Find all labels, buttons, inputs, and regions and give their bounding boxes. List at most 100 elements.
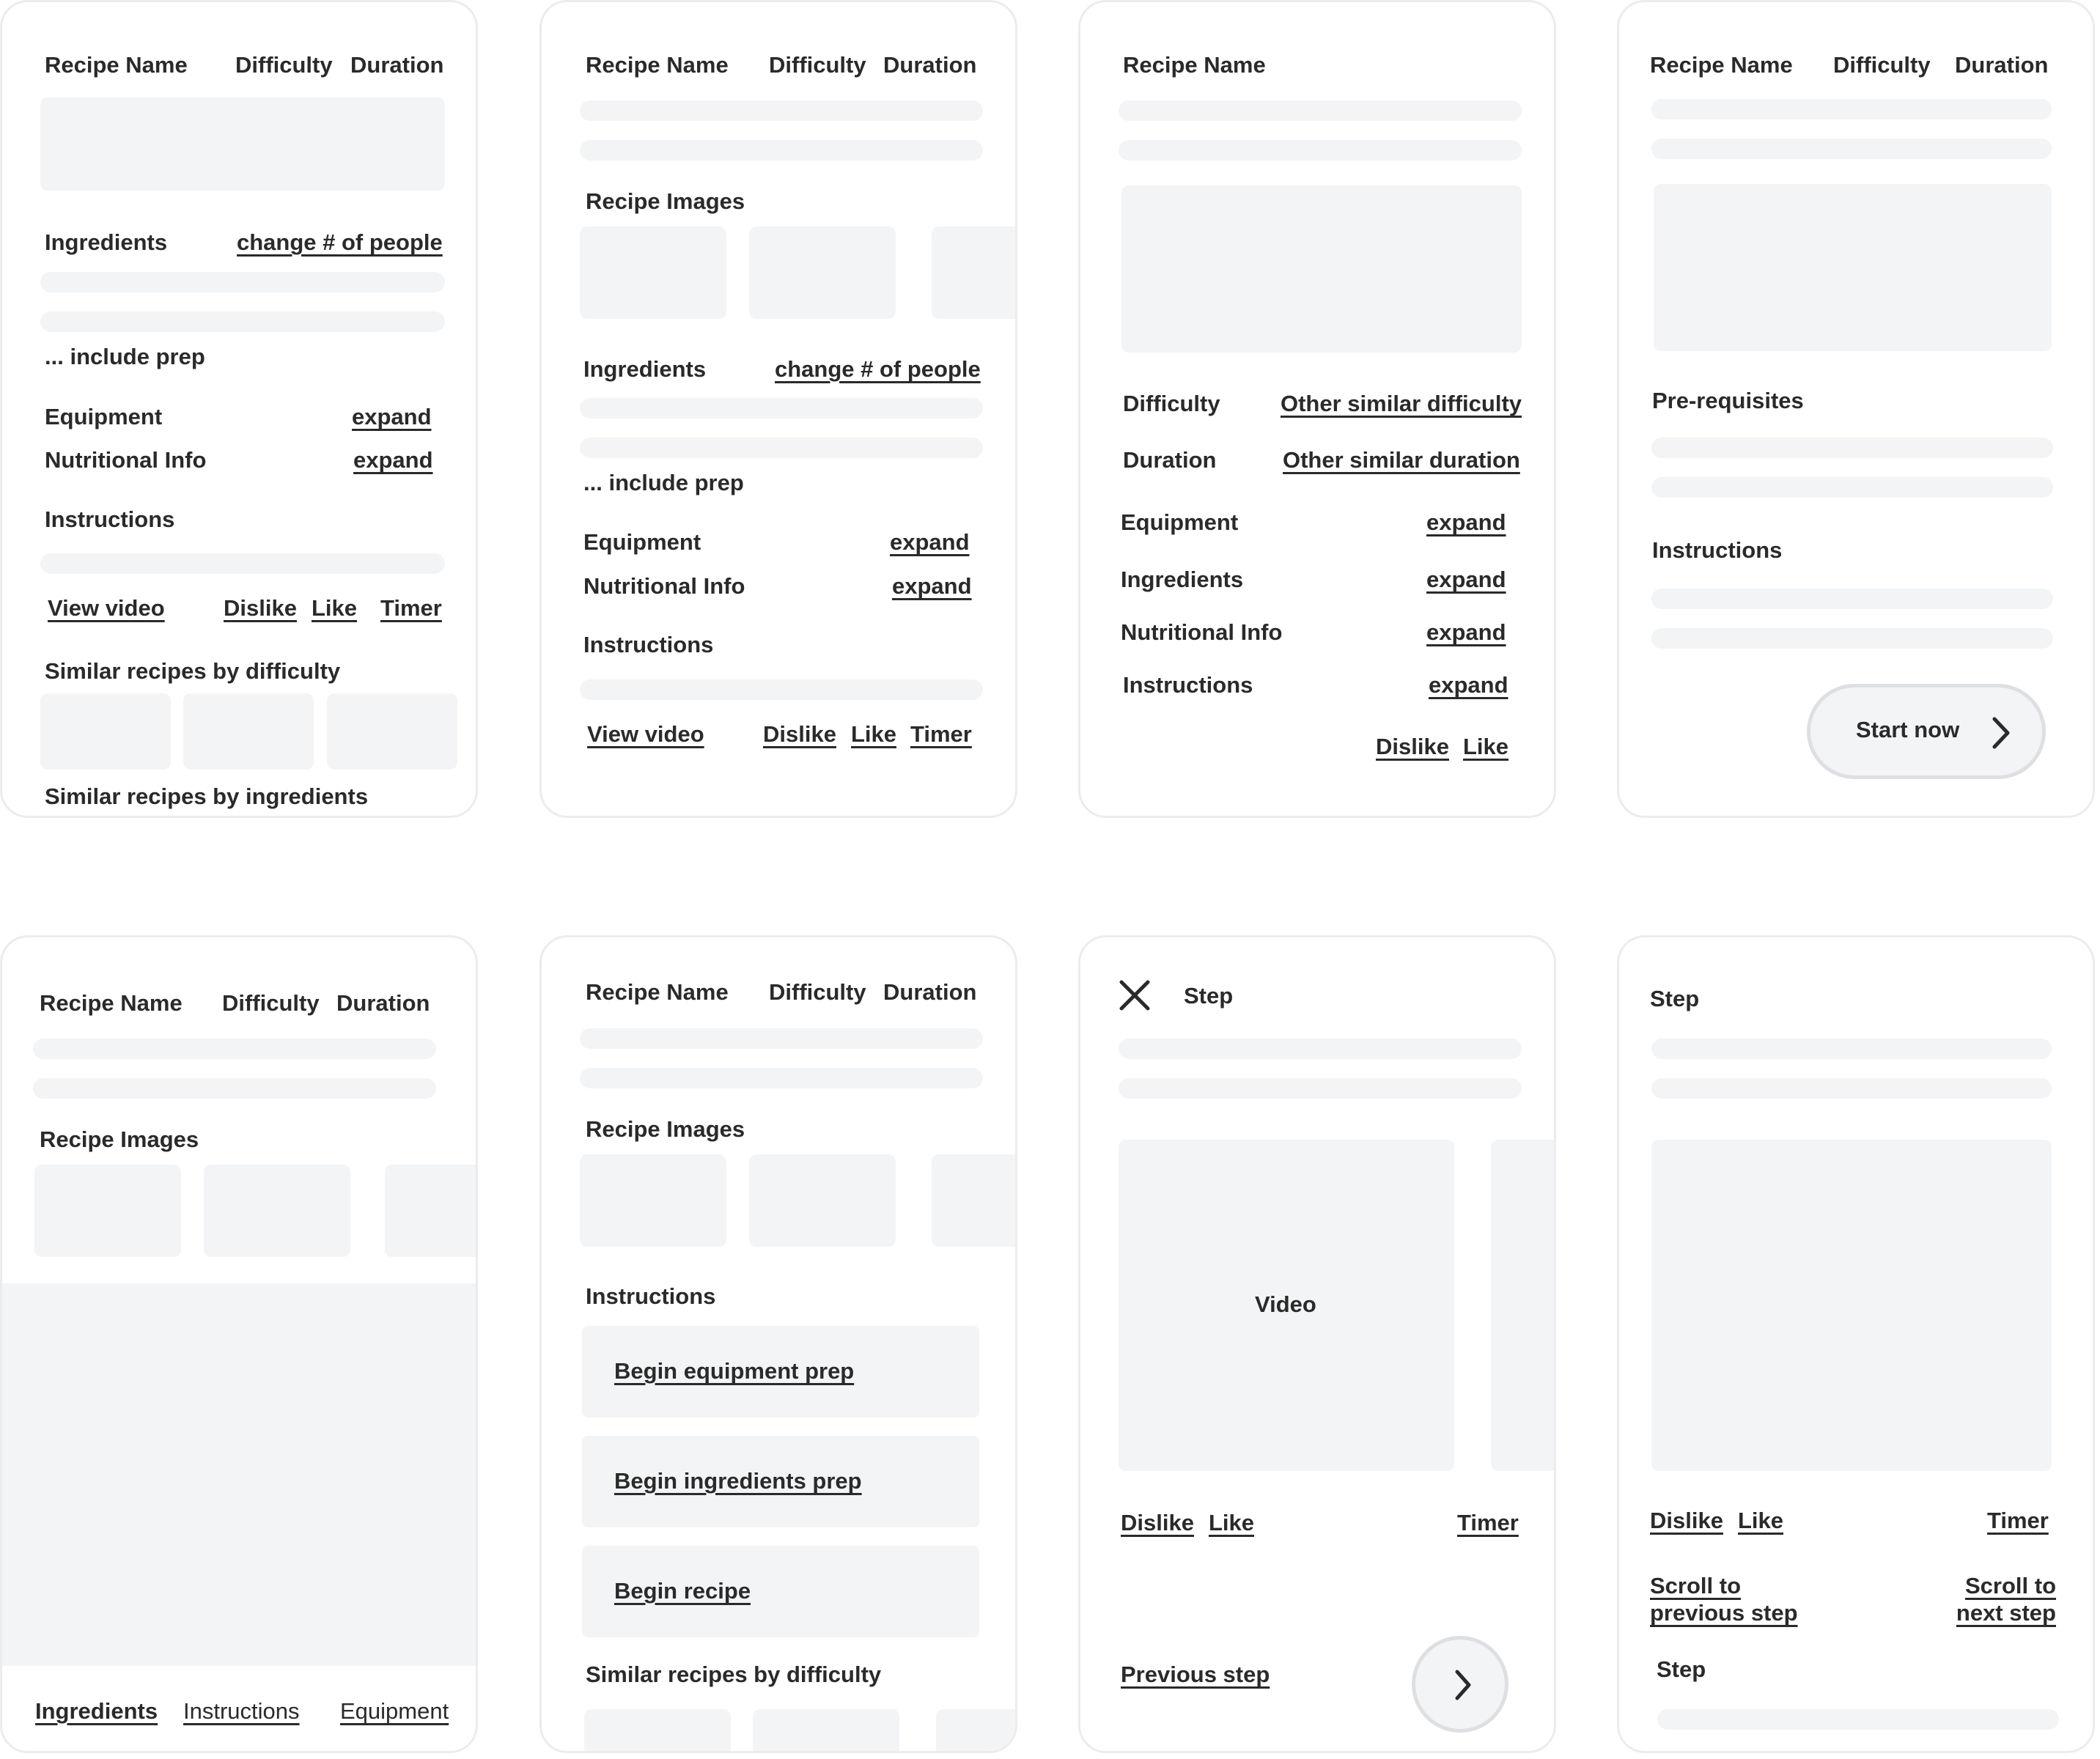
summary-line-placeholder	[33, 1039, 436, 1059]
tab-content-area	[2, 1283, 476, 1666]
scroll-previous-step-link[interactable]: Scroll to previous step	[1650, 1572, 1804, 1626]
recipe-images-label: Recipe Images	[586, 188, 745, 214]
similar-recipe-card[interactable]	[40, 693, 171, 770]
dislike-button[interactable]: Dislike	[1650, 1508, 1723, 1534]
similar-recipe-card[interactable]	[327, 693, 457, 770]
summary-line-placeholder	[1651, 99, 2052, 119]
equipment-label: Equipment	[1121, 509, 1239, 535]
like-button[interactable]: Like	[851, 721, 896, 748]
change-people-link[interactable]: change # of people	[237, 229, 443, 256]
instruction-line-placeholder	[40, 553, 445, 574]
step-media-placeholder	[1651, 1140, 2052, 1471]
tab-ingredients[interactable]: Ingredients	[35, 1698, 158, 1725]
equipment-expand-link[interactable]: expand	[1426, 509, 1506, 536]
begin-recipe-button[interactable]: Begin recipe	[582, 1546, 979, 1637]
tab-instructions[interactable]: Instructions	[183, 1698, 300, 1725]
ingredients-label: Ingredients	[1121, 567, 1244, 592]
scroll-next-step-link[interactable]: Scroll to next step	[1946, 1572, 2056, 1626]
recipe-image-thumbnail[interactable]	[580, 1154, 726, 1247]
duration-label: Duration	[883, 979, 977, 1005]
dislike-button[interactable]: Dislike	[224, 595, 297, 622]
ingredient-line-placeholder	[580, 438, 983, 458]
begin-ingredients-prep-button[interactable]: Begin ingredients prep	[582, 1436, 979, 1527]
step-title: Step	[1184, 983, 1234, 1008]
recipe-images-label: Recipe Images	[40, 1126, 199, 1152]
summary-line-placeholder	[33, 1078, 436, 1099]
summary-line-placeholder	[1119, 100, 1522, 121]
step-video-player[interactable]: Video	[1119, 1140, 1454, 1471]
previous-step-link[interactable]: Previous step	[1121, 1662, 1270, 1688]
next-step-video-preview[interactable]	[1491, 1140, 1554, 1471]
difficulty-label: Difficulty	[769, 52, 866, 78]
screen-step-scroll: Step Dislike Like Timer Scroll to previo…	[1617, 935, 2095, 1753]
difficulty-label: Difficulty	[1123, 391, 1220, 416]
tab-equipment[interactable]: Equipment	[340, 1698, 449, 1725]
timer-button[interactable]: Timer	[910, 721, 972, 748]
summary-line-placeholder	[580, 100, 983, 121]
similar-recipe-card[interactable]	[584, 1709, 731, 1751]
begin-ingredients-prep-label: Begin ingredients prep	[614, 1468, 862, 1494]
start-now-button[interactable]: Start now	[1807, 684, 2046, 779]
recipe-images-label: Recipe Images	[586, 1116, 745, 1142]
begin-equipment-prep-label: Begin equipment prep	[614, 1358, 855, 1384]
timer-button[interactable]: Timer	[380, 595, 442, 622]
recipe-image-thumbnail[interactable]	[749, 226, 896, 319]
other-similar-difficulty-link[interactable]: Other similar difficulty	[1281, 391, 1522, 417]
begin-recipe-label: Begin recipe	[614, 1578, 751, 1604]
instructions-label: Instructions	[45, 506, 175, 532]
summary-line-placeholder	[580, 1028, 983, 1049]
instruction-line-placeholder	[1651, 628, 2053, 649]
recipe-image-thumbnail[interactable]	[204, 1165, 350, 1257]
like-button[interactable]: Like	[1209, 1510, 1254, 1536]
difficulty-label: Difficulty	[235, 52, 333, 78]
view-video-link[interactable]: View video	[48, 595, 165, 622]
prerequisite-line-placeholder	[1651, 477, 2053, 498]
equipment-expand-link[interactable]: expand	[890, 529, 970, 556]
screen-recipe-tabs: Recipe Name Difficulty Duration Recipe I…	[0, 935, 478, 1753]
recipe-image-thumbnail[interactable]	[932, 1154, 1015, 1247]
dislike-button[interactable]: Dislike	[1121, 1510, 1194, 1536]
nutritional-expand-link[interactable]: expand	[353, 447, 433, 473]
step-title: Step	[1650, 986, 1700, 1011]
chevron-right-icon	[1455, 1670, 1471, 1700]
instruction-line-placeholder	[580, 679, 983, 700]
dislike-button[interactable]: Dislike	[1376, 734, 1449, 760]
begin-equipment-prep-button[interactable]: Begin equipment prep	[582, 1326, 979, 1417]
next-step-button[interactable]	[1412, 1636, 1508, 1733]
recipe-name-label: Recipe Name	[45, 52, 188, 78]
like-button[interactable]: Like	[1463, 734, 1508, 760]
step-line-placeholder	[1119, 1078, 1522, 1099]
timer-button[interactable]: Timer	[1987, 1508, 2049, 1534]
timer-button[interactable]: Timer	[1457, 1510, 1519, 1536]
close-icon[interactable]	[1119, 979, 1151, 1011]
nutritional-expand-link[interactable]: expand	[1426, 619, 1506, 646]
like-button[interactable]: Like	[1738, 1508, 1783, 1534]
view-video-link[interactable]: View video	[587, 721, 704, 748]
like-button[interactable]: Like	[312, 595, 357, 622]
step-line-placeholder	[1651, 1039, 2052, 1059]
change-people-link[interactable]: change # of people	[775, 356, 981, 383]
dislike-button[interactable]: Dislike	[763, 721, 836, 748]
recipe-image-thumbnail[interactable]	[385, 1165, 476, 1257]
similar-recipe-card[interactable]	[753, 1709, 899, 1751]
difficulty-label: Difficulty	[769, 979, 866, 1005]
other-similar-duration-link[interactable]: Other similar duration	[1283, 447, 1520, 473]
recipe-image-thumbnail[interactable]	[580, 226, 726, 319]
similar-recipe-card[interactable]	[183, 693, 314, 770]
recipe-image-thumbnail[interactable]	[34, 1165, 181, 1257]
screen-begin-actions: Recipe Name Difficulty Duration Recipe I…	[539, 935, 1017, 1753]
instructions-label: Instructions	[586, 1283, 716, 1309]
ingredients-expand-link[interactable]: expand	[1426, 567, 1506, 593]
equipment-expand-link[interactable]: expand	[352, 404, 432, 430]
ingredients-label: Ingredients	[583, 356, 707, 382]
recipe-image-thumbnail[interactable]	[749, 1154, 896, 1247]
nutritional-expand-link[interactable]: expand	[892, 573, 972, 600]
recipe-image-placeholder	[40, 97, 445, 191]
recipe-image-thumbnail[interactable]	[932, 226, 1015, 319]
summary-line-placeholder	[1119, 140, 1522, 161]
nutritional-info-label: Nutritional Info	[45, 447, 207, 473]
recipe-name-label: Recipe Name	[1650, 52, 1793, 78]
ingredients-label: Ingredients	[45, 229, 168, 255]
instructions-expand-link[interactable]: expand	[1429, 672, 1508, 698]
similar-recipe-card[interactable]	[936, 1709, 1015, 1751]
